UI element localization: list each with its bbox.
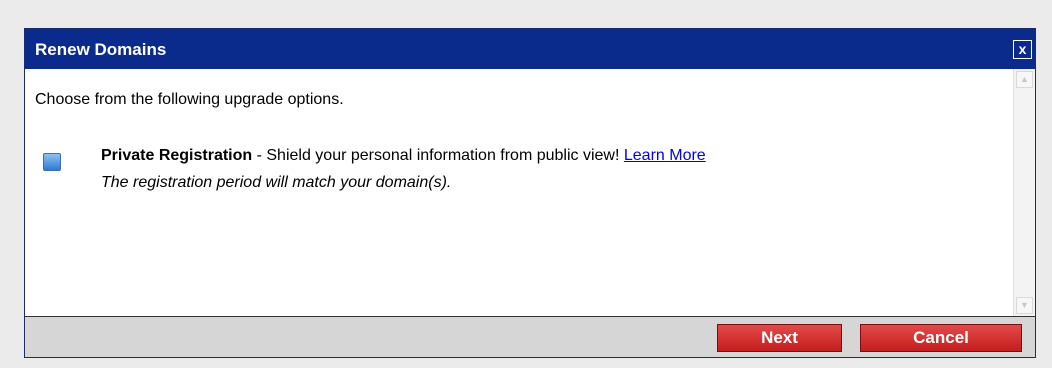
private-registration-checkbox[interactable] xyxy=(43,153,61,171)
option-description: Private Registration - Shield your perso… xyxy=(101,147,706,165)
renew-domains-dialog: Renew Domains x Choose from the followin… xyxy=(24,28,1036,358)
dialog-titlebar: Renew Domains x xyxy=(25,29,1035,69)
next-button[interactable]: Next xyxy=(717,324,842,352)
dialog-footer: Next Cancel xyxy=(25,316,1035,357)
scroll-down-icon[interactable]: ▼ xyxy=(1016,297,1033,314)
scroll-up-icon[interactable]: ▲ xyxy=(1016,71,1033,88)
dialog-content: Choose from the following upgrade option… xyxy=(25,69,1013,316)
learn-more-link[interactable]: Learn More xyxy=(624,147,706,164)
dialog-title: Renew Domains xyxy=(35,40,167,59)
option-text: Shield your personal information from pu… xyxy=(266,147,624,164)
cancel-button[interactable]: Cancel xyxy=(860,324,1022,352)
vertical-scrollbar[interactable]: ▲ ▼ xyxy=(1013,69,1035,316)
option-separator: - xyxy=(252,147,267,164)
option-name: Private Registration xyxy=(101,147,253,164)
intro-text: Choose from the following upgrade option… xyxy=(35,91,344,108)
option-note: The registration period will match your … xyxy=(101,174,452,191)
close-icon[interactable]: x xyxy=(1013,40,1032,59)
